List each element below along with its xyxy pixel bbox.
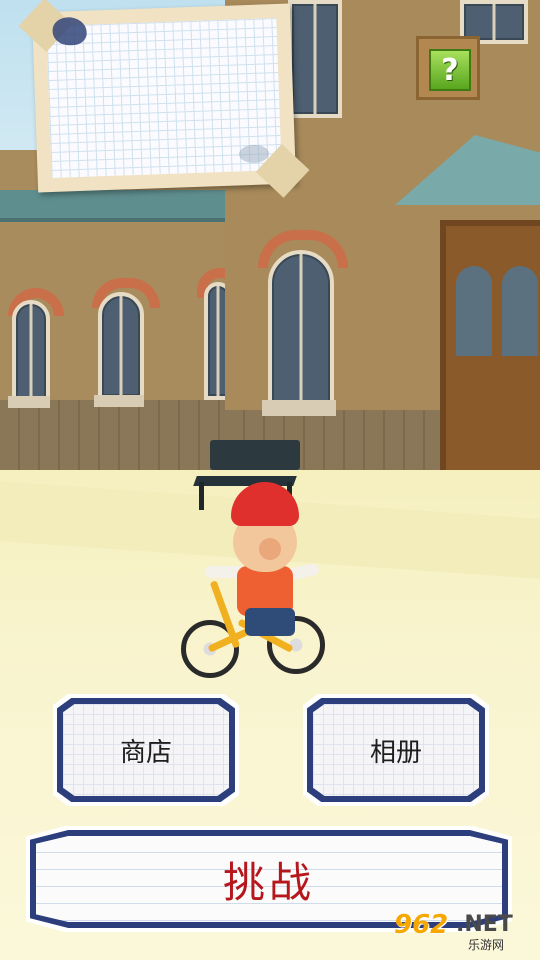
- notepad-panel: [18, 0, 310, 198]
- upper-window: [288, 0, 342, 118]
- site-watermark: 962 .NET 乐游网: [394, 910, 534, 952]
- help-button[interactable]: ?: [416, 36, 480, 100]
- watermark-number: 962: [394, 910, 449, 940]
- button-face: 商店: [63, 704, 229, 796]
- button-face: 相册: [313, 704, 479, 796]
- window-sill: [262, 400, 336, 416]
- album-button[interactable]: 相册: [303, 694, 489, 806]
- window-sill: [8, 396, 50, 408]
- door-pane: [456, 266, 492, 356]
- shop-label: 商店: [119, 737, 172, 768]
- rider-helmet: [231, 482, 299, 526]
- ink-splat-icon: [52, 16, 88, 46]
- door-pane: [502, 266, 538, 356]
- question-mark-icon: ?: [429, 49, 471, 91]
- challenge-label: 挑战: [222, 857, 315, 907]
- player-character-on-bike[interactable]: [175, 478, 335, 693]
- watermark-sub: 乐游网: [468, 938, 505, 952]
- rider-pants: [245, 608, 295, 636]
- window-sill: [94, 395, 144, 407]
- watermark-net: .NET: [456, 912, 513, 937]
- bench-back: [210, 440, 300, 470]
- window: [12, 300, 50, 403]
- shop-button[interactable]: 商店: [53, 694, 239, 806]
- wooden-door: [440, 220, 540, 492]
- window: [268, 250, 334, 406]
- help-label: ?: [441, 52, 459, 88]
- rider-nose: [259, 538, 281, 560]
- left-roof: [0, 190, 240, 222]
- game-scene: ? 商店 相册 挑战 962 .NET 乐游网: [0, 0, 540, 960]
- album-label: 相册: [369, 737, 422, 768]
- window: [98, 292, 144, 400]
